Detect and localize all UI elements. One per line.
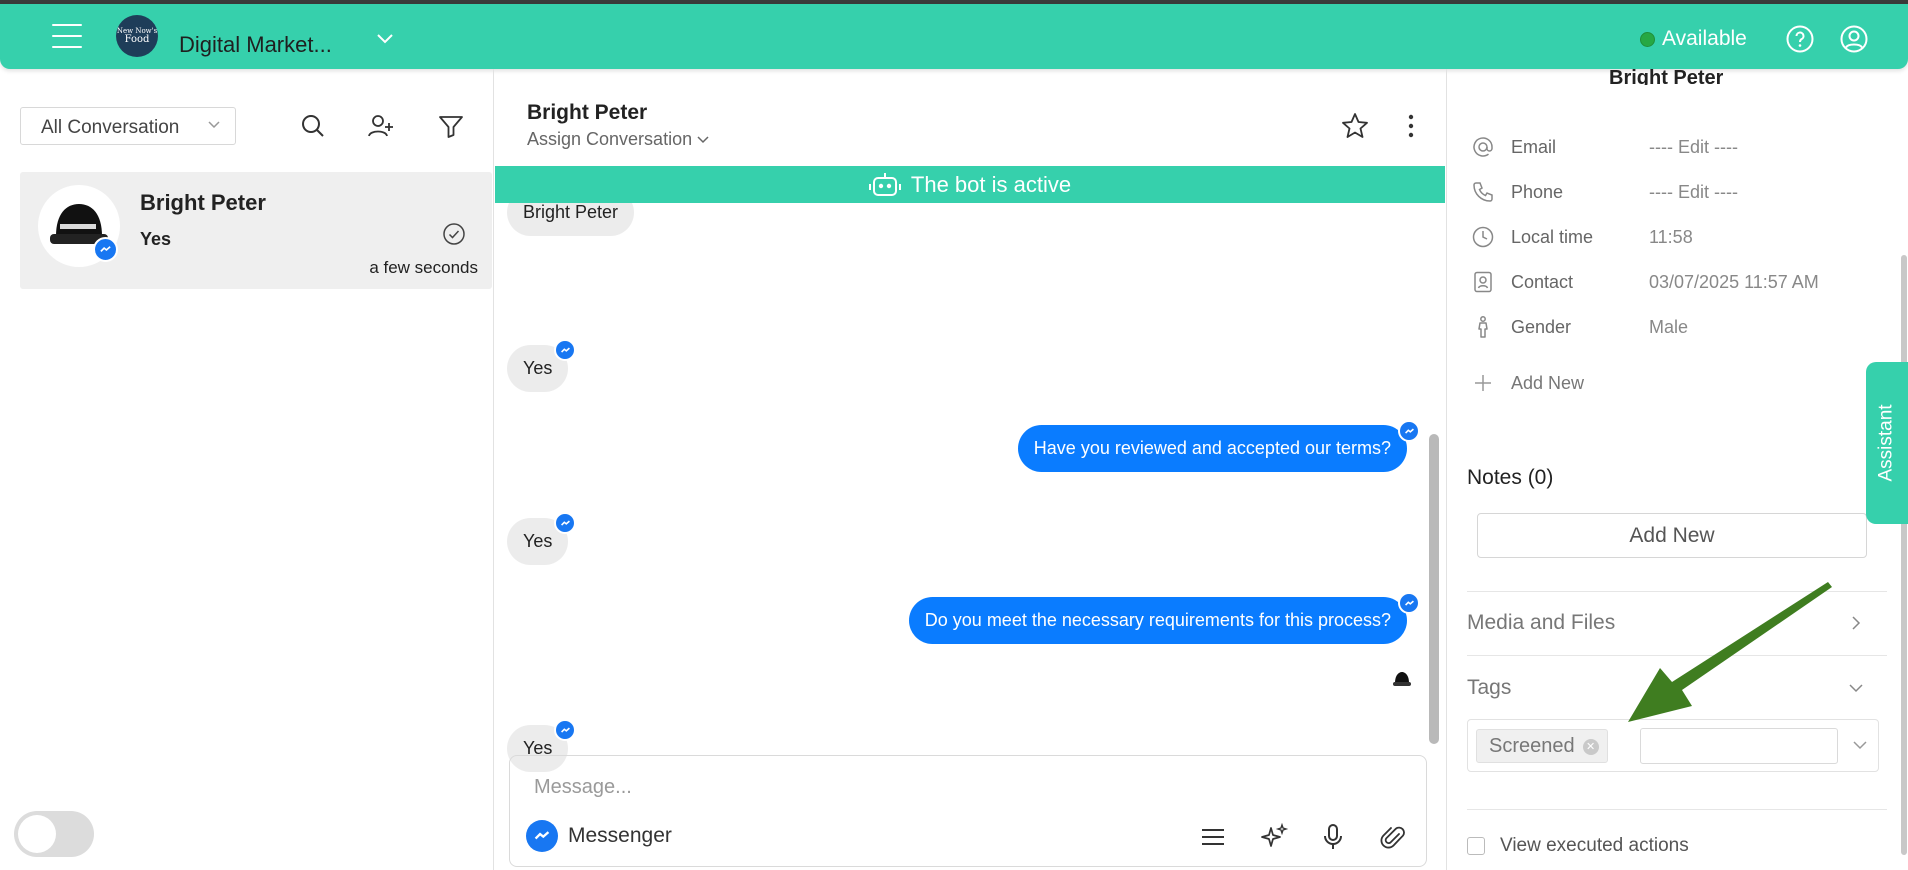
availability-status[interactable]: Available [1640, 27, 1747, 51]
conversation-list-panel: All Conversation Bright Peter Yes a few … [0, 69, 494, 870]
chat-scrollbar[interactable] [1429, 434, 1439, 744]
filter-select-value: All Conversation [41, 117, 180, 138]
robot-icon [868, 172, 901, 196]
messenger-icon [93, 237, 118, 262]
channel-selector[interactable]: Messenger [526, 820, 672, 852]
message-composer: Messenger [509, 755, 1427, 867]
messenger-icon [554, 719, 576, 741]
chevron-down-icon[interactable] [375, 32, 395, 46]
add-contact-icon[interactable] [366, 111, 396, 141]
attachment-icon[interactable] [1378, 822, 1408, 852]
help-icon[interactable] [1785, 24, 1815, 54]
chat-contact-name: Bright Peter [527, 101, 648, 124]
bot-toggle-switch[interactable] [14, 811, 94, 857]
bot-active-banner: The bot is active [495, 166, 1445, 203]
contact-card-icon [1474, 271, 1492, 293]
message-incoming: Bright Peter [507, 203, 635, 236]
message-list: Bright Peter Yes Have you reviewed and a… [495, 203, 1433, 807]
contact-details-panel: Bright Peter Email ---- Edit ---- Phone … [1446, 67, 1908, 870]
message-outgoing: Have you reviewed and accepted our terms… [1017, 425, 1407, 472]
conversation-list-item[interactable]: Bright Peter Yes a few seconds [20, 172, 492, 289]
bot-banner-text: The bot is active [910, 171, 1072, 197]
tag-chip: Screened ✕ [1476, 729, 1608, 763]
chevron-right-icon[interactable] [1847, 614, 1865, 632]
status-dot [1640, 31, 1655, 47]
microphone-icon[interactable] [1318, 822, 1348, 852]
field-email: Email ---- Edit ---- [1471, 135, 1738, 159]
messenger-icon [554, 512, 576, 534]
media-files-section[interactable]: Media and Files [1467, 611, 1615, 635]
view-executed-actions[interactable]: View executed actions [1467, 835, 1689, 857]
user-profile-icon[interactable] [1839, 24, 1869, 54]
field-label: Contact [1511, 271, 1574, 292]
messenger-icon [554, 339, 576, 361]
star-icon[interactable] [1340, 111, 1370, 141]
search-icon[interactable] [298, 111, 328, 141]
view-executed-actions-label: View executed actions [1500, 835, 1689, 856]
message-outgoing: Do you meet the necessary requirements f… [908, 597, 1407, 644]
field-label: Gender [1511, 316, 1572, 337]
more-options-icon[interactable] [1403, 111, 1419, 141]
conversation-filter-select[interactable]: All Conversation [20, 107, 236, 145]
assign-conversation-dropdown[interactable]: Assign Conversation [527, 129, 710, 150]
plus-icon [1475, 375, 1491, 391]
field-phone: Phone ---- Edit ---- [1471, 180, 1738, 204]
field-label: Phone [1511, 181, 1564, 202]
chevron-down-icon[interactable] [1847, 679, 1865, 697]
add-note-button[interactable]: Add New [1477, 513, 1867, 558]
field-label: Email [1511, 136, 1557, 157]
add-new-field-button[interactable]: Add New [1471, 371, 1584, 395]
field-value: 03/07/2025 11:57 AM [1649, 271, 1819, 292]
filter-icon[interactable] [436, 111, 466, 141]
status-label: Available [1662, 27, 1747, 50]
gender-icon [1478, 316, 1488, 338]
conversation-last-message: Yes [140, 229, 172, 249]
divider [1467, 809, 1887, 810]
channel-label: Messenger [568, 824, 672, 847]
workspace-name[interactable]: Digital Market... [179, 32, 332, 58]
at-icon [1473, 137, 1493, 157]
chevron-down-icon [697, 135, 709, 143]
chevron-down-icon[interactable] [1852, 739, 1868, 751]
messenger-icon [1398, 420, 1420, 442]
clock-icon [1472, 226, 1494, 248]
view-executed-actions-checkbox[interactable] [1467, 837, 1485, 855]
add-new-field-label: Add New [1511, 372, 1585, 393]
field-contact: Contact 03/07/2025 11:57 AM [1471, 270, 1819, 294]
messenger-icon [1398, 592, 1420, 614]
field-label: Local time [1511, 226, 1594, 247]
ai-sparkle-icon[interactable] [1259, 822, 1289, 852]
field-value[interactable]: ---- Edit ---- [1649, 182, 1738, 203]
remove-tag-icon[interactable]: ✕ [1582, 739, 1599, 755]
notes-title: Notes (0) [1467, 466, 1554, 489]
chat-panel: Bright Peter Assign Conversation The bot… [495, 69, 1445, 870]
field-value: 11:58 [1649, 226, 1693, 247]
top-header: New Now's Food Digital Market... Availab… [0, 4, 1908, 69]
assistant-tab[interactable]: Assistant [1866, 362, 1908, 524]
conversation-contact-name: Bright Peter [140, 190, 266, 215]
contact-name-heading[interactable]: Bright Peter [1609, 67, 1723, 85]
chevron-down-icon [208, 121, 220, 129]
tag-label: Screened [1489, 735, 1575, 757]
assign-conversation-label: Assign Conversation [527, 129, 693, 149]
annotation-arrow [1628, 582, 1832, 722]
templates-icon[interactable] [1198, 822, 1228, 852]
read-receipt-avatar [1393, 672, 1411, 686]
field-value[interactable]: Male [1649, 317, 1688, 338]
tags-section[interactable]: Tags [1467, 676, 1511, 700]
tag-input[interactable] [1640, 728, 1838, 764]
field-value[interactable]: ---- Edit ---- [1649, 137, 1738, 158]
conversation-time: a few seconds [369, 258, 478, 277]
message-input[interactable] [534, 772, 1394, 802]
check-circle-icon[interactable] [442, 222, 466, 246]
details-scrollbar[interactable] [1901, 255, 1907, 855]
menu-icon[interactable] [52, 24, 82, 48]
workspace-logo[interactable]: New Now's Food [116, 15, 158, 57]
messenger-icon [526, 820, 558, 852]
phone-icon [1473, 182, 1493, 202]
field-local-time: Local time 11:58 [1471, 225, 1693, 249]
field-gender: Gender Male [1471, 315, 1688, 339]
assistant-tab-label: Assistant [1876, 404, 1897, 482]
